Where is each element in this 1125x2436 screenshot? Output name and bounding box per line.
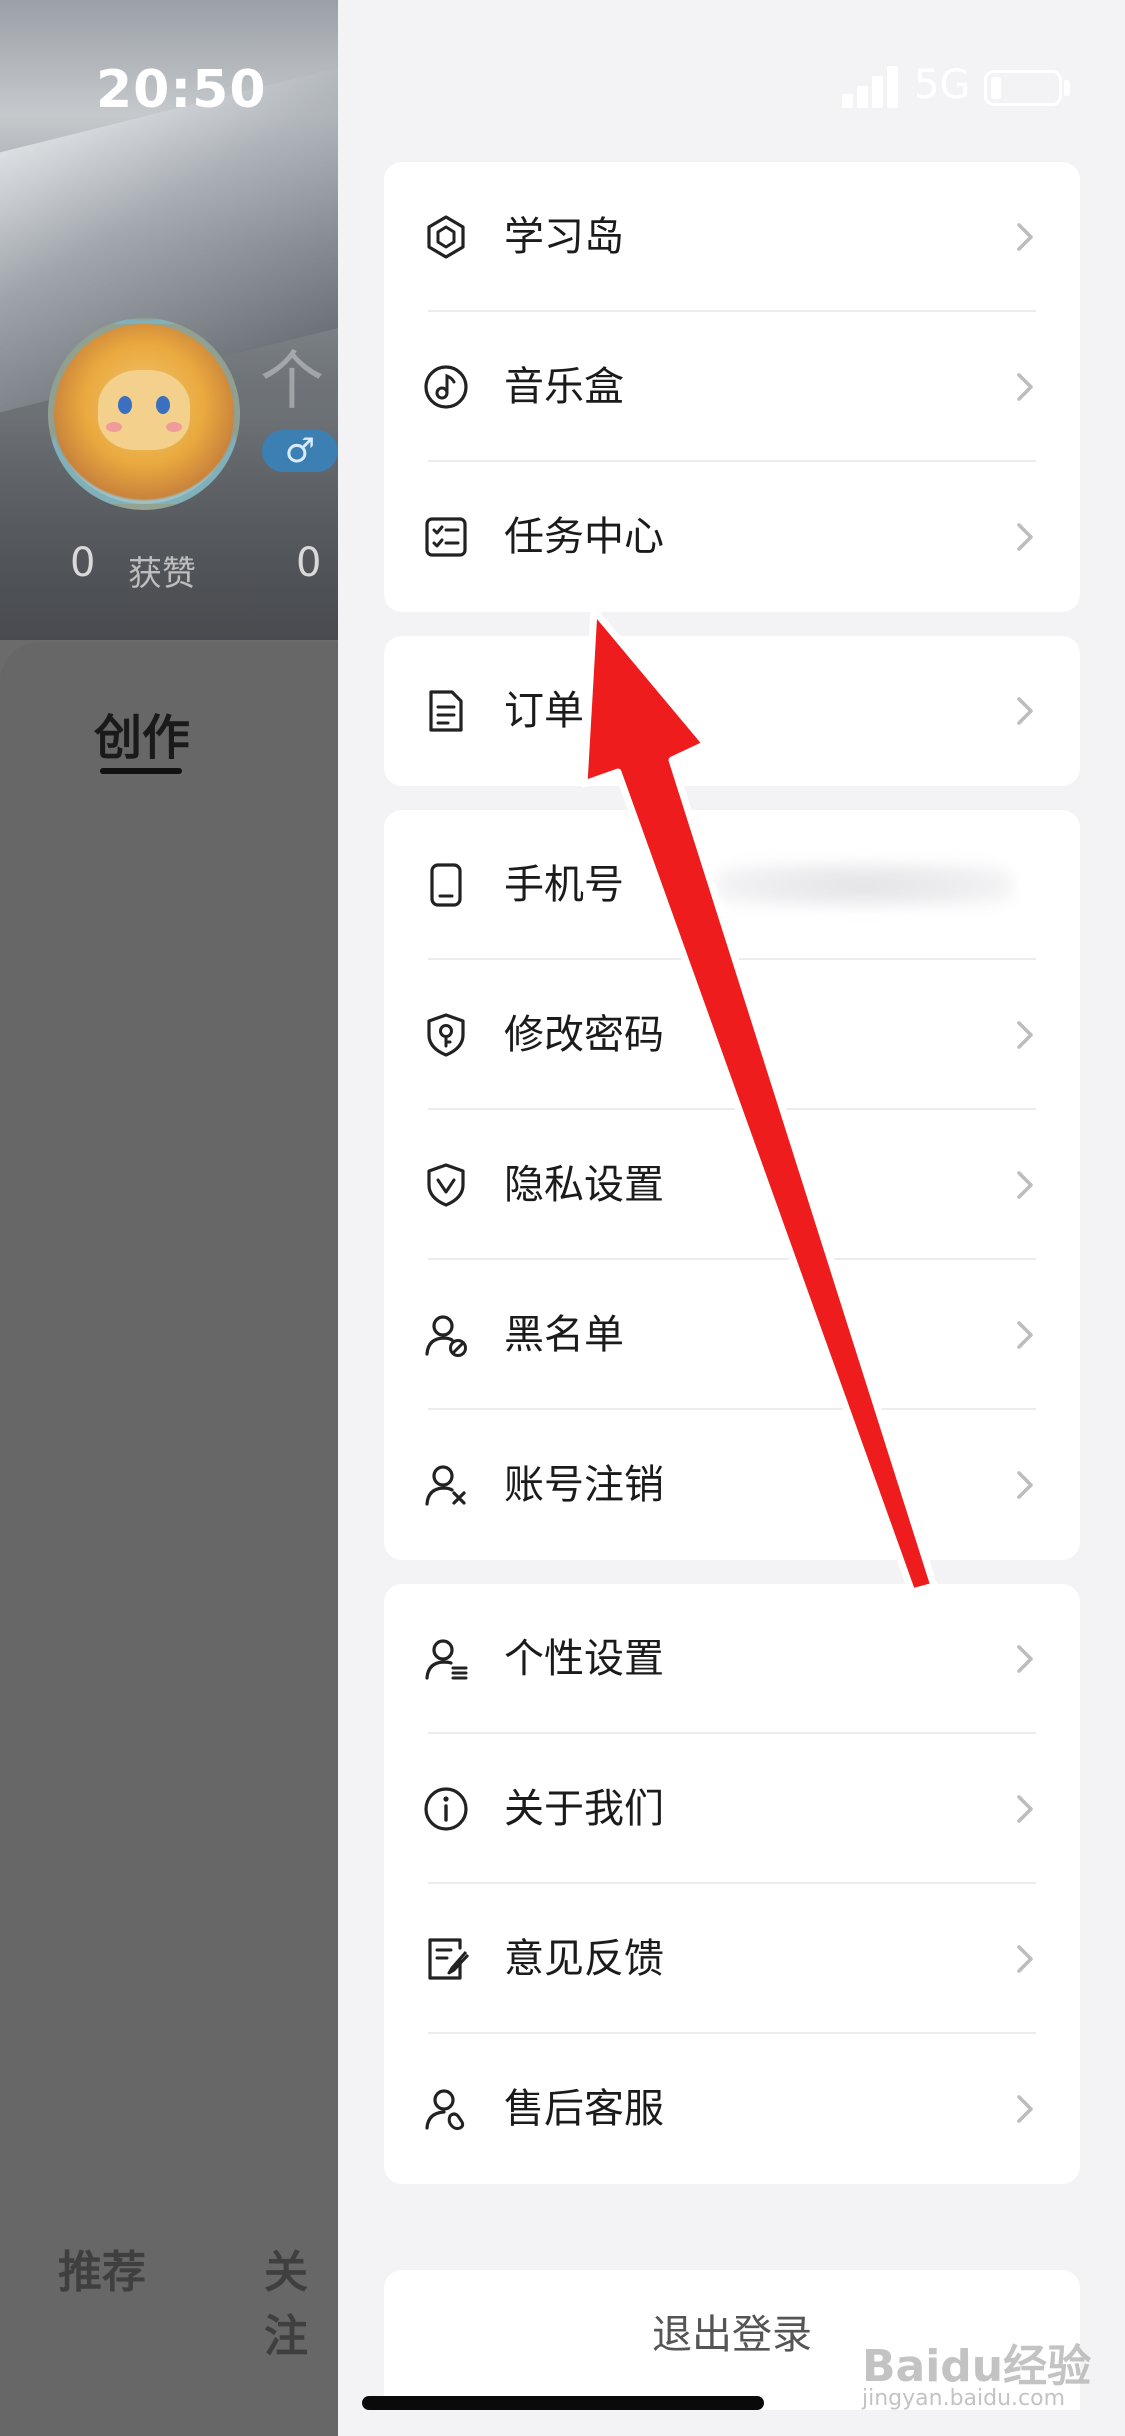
baidu-watermark: Baidu经验 jingyan.baidu.com bbox=[862, 2320, 1102, 2411]
tab-create[interactable]: 创作 bbox=[94, 698, 190, 768]
profile-content-card bbox=[0, 642, 338, 2436]
chevron-right-icon bbox=[1006, 1466, 1044, 1504]
shield-check-icon bbox=[422, 1161, 470, 1209]
watermark-sub: jingyan.baidu.com bbox=[862, 2386, 1066, 2411]
chevron-right-icon bbox=[1006, 368, 1044, 406]
network-type: 5G bbox=[914, 62, 971, 108]
menu-item-label: 任务中心 bbox=[504, 514, 664, 560]
menu-item-label: 意见反馈 bbox=[504, 1936, 664, 1982]
shield-key-icon bbox=[422, 1011, 470, 1059]
menu-item-change-password[interactable]: 修改密码 bbox=[384, 960, 1080, 1110]
signal-icon bbox=[842, 64, 900, 108]
phone-number-blurred bbox=[714, 862, 1014, 908]
info-icon bbox=[422, 1785, 470, 1833]
menu-item-label: 隐私设置 bbox=[504, 1162, 664, 1208]
second-stat-count: 0 bbox=[296, 540, 322, 586]
checklist-icon bbox=[422, 513, 470, 561]
user-remove-icon bbox=[422, 1461, 470, 1509]
menu-item-customer-service[interactable]: 售后客服 bbox=[384, 2034, 1080, 2184]
avatar-eye bbox=[118, 396, 132, 414]
status-time: 20:50 bbox=[96, 60, 267, 120]
battery-nub bbox=[1064, 80, 1070, 96]
chevron-right-icon bbox=[1006, 1940, 1044, 1978]
chevron-right-icon bbox=[1006, 692, 1044, 730]
avatar-eye bbox=[156, 396, 170, 414]
chevron-right-icon bbox=[1006, 1790, 1044, 1828]
menu-item-about-us[interactable]: 关于我们 bbox=[384, 1734, 1080, 1884]
menu-item-blacklist[interactable]: 黑名单 bbox=[384, 1260, 1080, 1410]
menu-item-label: 关于我们 bbox=[504, 1786, 664, 1832]
chevron-right-icon bbox=[1006, 1016, 1044, 1054]
menu-item-label: 修改密码 bbox=[504, 1012, 664, 1058]
gender-badge: ♂ bbox=[262, 430, 338, 472]
menu-item-orders[interactable]: 订单 bbox=[384, 636, 1080, 786]
menu-item-label: 订单 bbox=[504, 688, 584, 734]
menu-item-music-box[interactable]: 音乐盒 bbox=[384, 312, 1080, 462]
menu-group-orders: 订单 bbox=[384, 636, 1080, 786]
menu-item-label: 音乐盒 bbox=[504, 364, 624, 410]
menu-item-study-island[interactable]: 学习岛 bbox=[384, 162, 1080, 312]
menu-group-general: 个性设置 关于我们 意见反馈 售后客服 bbox=[384, 1584, 1080, 2184]
likes-count: 0 bbox=[70, 540, 96, 586]
music-note-icon bbox=[422, 363, 470, 411]
phone-icon bbox=[422, 861, 470, 909]
chevron-right-icon bbox=[1006, 218, 1044, 256]
menu-group-learning: 学习岛 音乐盒 任务中心 bbox=[384, 162, 1080, 612]
tab-follow[interactable]: 关注 bbox=[264, 2236, 338, 2364]
menu-item-feedback[interactable]: 意见反馈 bbox=[384, 1884, 1080, 2034]
feedback-icon bbox=[422, 1935, 470, 1983]
menu-item-privacy[interactable]: 隐私设置 bbox=[384, 1110, 1080, 1260]
menu-item-personalization[interactable]: 个性设置 bbox=[384, 1584, 1080, 1734]
watermark-main: Baidu经验 bbox=[862, 2341, 1092, 2392]
menu-item-label: 账号注销 bbox=[504, 1462, 664, 1508]
avatar-cheek bbox=[166, 422, 182, 432]
tab-recommend[interactable]: 推荐 bbox=[58, 2236, 146, 2300]
profile-name: 个 bbox=[260, 345, 324, 419]
menu-item-delete-account[interactable]: 账号注销 bbox=[384, 1410, 1080, 1560]
menu-group-account: 手机号 修改密码 隐私设置 黑名单 账号注销 bbox=[384, 810, 1080, 1560]
user-block-icon bbox=[422, 1311, 470, 1359]
chevron-right-icon bbox=[1006, 1640, 1044, 1678]
avatar-face bbox=[98, 370, 190, 450]
chevron-right-icon bbox=[1006, 518, 1044, 556]
menu-item-phone[interactable]: 手机号 bbox=[384, 810, 1080, 960]
home-indicator[interactable] bbox=[362, 2396, 764, 2410]
document-icon bbox=[422, 687, 470, 735]
chevron-right-icon bbox=[1006, 1166, 1044, 1204]
menu-item-label: 个性设置 bbox=[504, 1636, 664, 1682]
tab-active-indicator bbox=[100, 768, 182, 774]
user-settings-icon bbox=[422, 1635, 470, 1683]
cube-icon bbox=[422, 213, 470, 261]
battery-icon bbox=[984, 70, 1062, 106]
customer-service-icon bbox=[422, 2085, 470, 2133]
chevron-right-icon bbox=[1006, 2090, 1044, 2128]
likes-label: 获赞 bbox=[128, 554, 196, 594]
menu-item-label: 手机号 bbox=[504, 862, 624, 908]
chevron-right-icon bbox=[1006, 1316, 1044, 1354]
menu-item-task-center[interactable]: 任务中心 bbox=[384, 462, 1080, 612]
avatar-cheek bbox=[106, 422, 122, 432]
avatar[interactable] bbox=[48, 318, 240, 510]
menu-item-label: 学习岛 bbox=[504, 214, 624, 260]
menu-item-label: 售后客服 bbox=[504, 2086, 664, 2132]
profile-background-page: 个 ♂ 0 获赞 0 创作 推荐 关注 bbox=[0, 0, 338, 2436]
menu-item-label: 黑名单 bbox=[504, 1312, 624, 1358]
